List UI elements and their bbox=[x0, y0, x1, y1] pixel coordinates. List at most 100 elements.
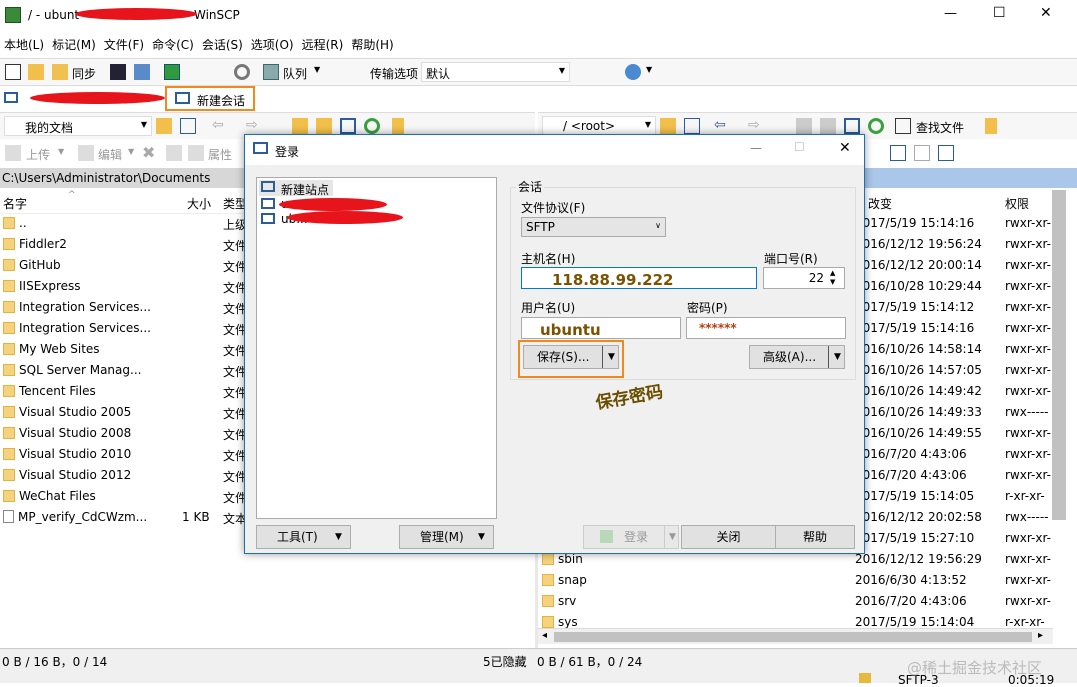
find-files-button[interactable]: 查找文件 bbox=[916, 119, 964, 136]
local-drive-select[interactable]: 我的文档 ▼ bbox=[4, 116, 152, 136]
compare-icon[interactable] bbox=[5, 64, 21, 80]
password-input[interactable]: ****** bbox=[686, 317, 846, 339]
back-arrow-icon[interactable]: ⇦ bbox=[212, 117, 224, 133]
filter-icon[interactable] bbox=[684, 118, 700, 134]
sync-button[interactable]: 同步 bbox=[72, 65, 96, 82]
globe-icon[interactable] bbox=[625, 64, 641, 80]
delete-icon[interactable]: ✖ bbox=[142, 143, 155, 162]
changed-date: 2016/7/20 4:43:06 bbox=[855, 594, 967, 608]
folder-icon bbox=[3, 406, 15, 418]
table-row[interactable]: sbin 2016/12/12 19:56:29 rwxr-xr- bbox=[542, 552, 1052, 573]
properties-button[interactable]: 属性 bbox=[208, 146, 232, 163]
bookmark-icon[interactable] bbox=[985, 118, 997, 134]
col-changed[interactable]: 改变 bbox=[868, 195, 892, 212]
col-name[interactable]: 名字 bbox=[3, 195, 27, 212]
parent-dir-icon[interactable] bbox=[292, 118, 308, 134]
rename-icon[interactable] bbox=[166, 145, 182, 161]
save-button[interactable]: 保存(S)... ▼ bbox=[523, 345, 619, 369]
scroll-left-arrow-icon[interactable]: ◂ bbox=[542, 630, 547, 641]
menu-item[interactable]: 帮助(H) bbox=[347, 33, 397, 56]
refresh-remote-icon[interactable] bbox=[164, 64, 180, 80]
minus-icon[interactable] bbox=[914, 145, 930, 161]
remote-horizontal-scrollbar[interactable]: ◂ ▸ bbox=[538, 628, 1053, 644]
open-folder-icon[interactable] bbox=[156, 118, 172, 134]
menu-item[interactable]: 远程(R) bbox=[298, 33, 348, 56]
putty-icon[interactable] bbox=[134, 64, 150, 80]
scroll-thumb[interactable] bbox=[554, 632, 1032, 642]
queue-button[interactable]: 队列 bbox=[283, 65, 307, 82]
port-stepper-icon[interactable]: ▲ ▼ bbox=[830, 269, 835, 287]
menu-item[interactable]: 文件(F) bbox=[100, 33, 148, 56]
home-icon[interactable] bbox=[844, 118, 860, 134]
permissions: rwxr-xr- bbox=[1005, 363, 1051, 377]
edit-icon[interactable] bbox=[78, 145, 94, 161]
root-dir-icon[interactable] bbox=[820, 118, 836, 134]
gear-icon[interactable] bbox=[234, 64, 250, 80]
upload-button[interactable]: 上传 bbox=[26, 146, 50, 163]
close-window-button[interactable]: ✕ bbox=[1040, 5, 1052, 21]
changed-date: 2016/7/20 4:43:06 bbox=[855, 447, 967, 461]
tools-button[interactable]: 工具(T) ▼ bbox=[256, 525, 351, 549]
advanced-button[interactable]: 高级(A)... ▼ bbox=[749, 345, 845, 369]
manage-button[interactable]: 管理(M) ▼ bbox=[399, 525, 494, 549]
sync-icon[interactable] bbox=[52, 64, 68, 80]
filter-icon[interactable] bbox=[180, 118, 196, 134]
host-input[interactable]: 118.88.99.222 bbox=[521, 267, 757, 289]
title-bar: / - ubunt WinSCP — ☐ ✕ bbox=[0, 0, 1077, 31]
site-item-new[interactable]: 新建站点 bbox=[259, 180, 333, 197]
open-folder-icon[interactable] bbox=[660, 118, 676, 134]
menu-item[interactable]: 命令(C) bbox=[148, 33, 198, 56]
parent-dir-icon[interactable] bbox=[796, 118, 812, 134]
file-name: Visual Studio 2010 bbox=[19, 447, 132, 461]
scroll-right-arrow-icon[interactable]: ▸ bbox=[1038, 630, 1043, 641]
sync-browse-icon[interactable] bbox=[28, 64, 44, 80]
chevron-down-icon[interactable]: ▼ bbox=[646, 65, 652, 74]
new-icon[interactable] bbox=[890, 145, 906, 161]
menu-item[interactable]: 本地(L) bbox=[0, 33, 48, 56]
dialog-close-button[interactable]: ✕ bbox=[839, 140, 851, 156]
remote-status: 0 B / 61 B，0 / 24 bbox=[537, 655, 643, 669]
minimize-button[interactable]: — bbox=[944, 6, 957, 21]
remote-dir-select[interactable]: / <root> ▼ bbox=[542, 116, 656, 136]
permissions: rwxr-xr- bbox=[1005, 531, 1051, 545]
back-arrow-icon[interactable]: ⇦ bbox=[714, 117, 726, 133]
home-icon[interactable] bbox=[340, 118, 356, 134]
forward-arrow-icon[interactable]: ⇨ bbox=[748, 117, 760, 133]
upload-icon[interactable] bbox=[5, 145, 21, 161]
refresh-icon[interactable] bbox=[364, 118, 380, 134]
properties-icon[interactable] bbox=[188, 145, 204, 161]
menu-item[interactable]: 标记(M) bbox=[48, 33, 100, 56]
menu-item[interactable]: 选项(O) bbox=[247, 33, 298, 56]
maximize-button[interactable]: ☐ bbox=[993, 5, 1006, 21]
refresh-icon[interactable] bbox=[868, 118, 884, 134]
username-input[interactable]: ubuntu bbox=[521, 317, 681, 339]
terminal-icon[interactable] bbox=[110, 64, 126, 80]
chevron-down-icon[interactable]: ▼ bbox=[58, 147, 64, 156]
dialog-maximize-button[interactable]: ☐ bbox=[794, 140, 805, 154]
edit-button[interactable]: 编辑 bbox=[98, 146, 122, 163]
chevron-down-icon[interactable]: ▼ bbox=[128, 147, 134, 156]
login-button[interactable]: 登录 ▼ bbox=[583, 525, 679, 549]
queue-icon[interactable] bbox=[263, 64, 279, 80]
site-tree: 新建站点 u... ub... bbox=[256, 177, 497, 519]
menu-item[interactable]: 会话(S) bbox=[198, 33, 247, 56]
bookmark-icon[interactable] bbox=[392, 118, 404, 134]
col-rights[interactable]: 权限 bbox=[1005, 195, 1029, 212]
root-dir-icon[interactable] bbox=[316, 118, 332, 134]
chevron-down-icon[interactable]: ▼ bbox=[828, 346, 841, 368]
forward-arrow-icon[interactable]: ⇨ bbox=[246, 117, 258, 133]
protocol-select[interactable]: SFTP ∨ bbox=[521, 217, 666, 237]
table-row[interactable]: snap 2016/6/30 4:13:52 rwxr-xr- bbox=[542, 573, 1052, 594]
filter-icon[interactable] bbox=[938, 145, 954, 161]
chevron-down-icon[interactable]: ▼ bbox=[314, 65, 320, 74]
help-button[interactable]: 帮助 bbox=[775, 525, 855, 549]
dialog-minimize-button[interactable]: — bbox=[750, 141, 762, 155]
close-button[interactable]: 关闭 bbox=[681, 525, 776, 549]
table-row[interactable]: srv 2016/7/20 4:43:06 rwxr-xr- bbox=[542, 594, 1052, 615]
remote-vertical-scrollbar[interactable] bbox=[1052, 190, 1066, 520]
col-size[interactable]: 大小 bbox=[187, 195, 211, 212]
transfer-settings-select[interactable]: 默认 ▼ bbox=[421, 62, 570, 82]
new-session-tab[interactable]: 新建会话 bbox=[165, 86, 255, 111]
find-files-icon[interactable] bbox=[895, 118, 911, 134]
chevron-down-icon[interactable]: ▼ bbox=[602, 346, 615, 368]
